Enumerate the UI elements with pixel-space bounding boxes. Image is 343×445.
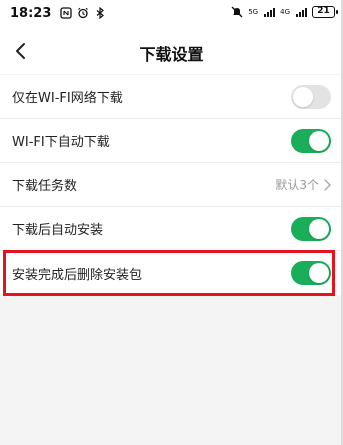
status-left-icons: [60, 7, 106, 19]
bluetooth-icon: [96, 7, 104, 19]
alarm-icon: [78, 7, 88, 19]
battery-icon: 21: [312, 6, 338, 18]
status-right-icons: 5G 4G 21: [231, 6, 338, 18]
mute-icon: [231, 6, 243, 18]
nav-bar: 下载设置: [0, 28, 343, 74]
network-5g-label: 5G: [248, 7, 259, 16]
wifi-only-toggle[interactable]: [291, 84, 331, 109]
page-title: 下载设置: [139, 45, 204, 64]
wifi-auto-download-toggle[interactable]: [291, 128, 331, 153]
toggle-knob: [293, 86, 313, 107]
network-4g-label: 4G: [280, 7, 290, 16]
setting-label: 下载后自动安装: [12, 223, 104, 238]
toggle-knob: [309, 218, 329, 239]
toggle-knob: [309, 263, 329, 283]
setting-wifi-only: 仅在WI-FI网络下载: [0, 75, 343, 119]
setting-label: 安装完成后删除安装包: [12, 267, 143, 283]
signal-icon: [264, 8, 276, 17]
setting-auto-install: 下载后自动安装: [0, 207, 343, 251]
setting-label: 仅在WI-FI网络下载: [12, 91, 123, 106]
settings-list: 仅在WI-FI网络下载 WI-FI下自动下载 下载任务数 默认3个 下载后自动安…: [0, 75, 343, 295]
nfc-icon: [60, 7, 72, 19]
empty-area: [0, 296, 343, 445]
download-tasks-value-text: 默认3个: [275, 178, 319, 192]
auto-install-toggle[interactable]: [291, 216, 331, 241]
setting-download-tasks[interactable]: 下载任务数 默认3个: [0, 163, 343, 207]
delete-package-toggle[interactable]: [291, 261, 331, 285]
toggle-knob: [309, 130, 329, 151]
setting-label: WI-FI下自动下载: [12, 135, 110, 150]
status-time: 18:23: [10, 6, 52, 21]
chevron-right-icon: [324, 178, 331, 191]
setting-delete-package: 安装完成后删除安装包: [0, 251, 343, 295]
download-tasks-value[interactable]: 默认3个: [275, 176, 331, 193]
status-bar: 18:23 5G 4G 21: [0, 0, 343, 28]
signal-icon-2: [296, 8, 307, 17]
setting-label: 下载任务数: [12, 179, 78, 194]
setting-wifi-auto-download: WI-FI下自动下载: [0, 119, 343, 163]
